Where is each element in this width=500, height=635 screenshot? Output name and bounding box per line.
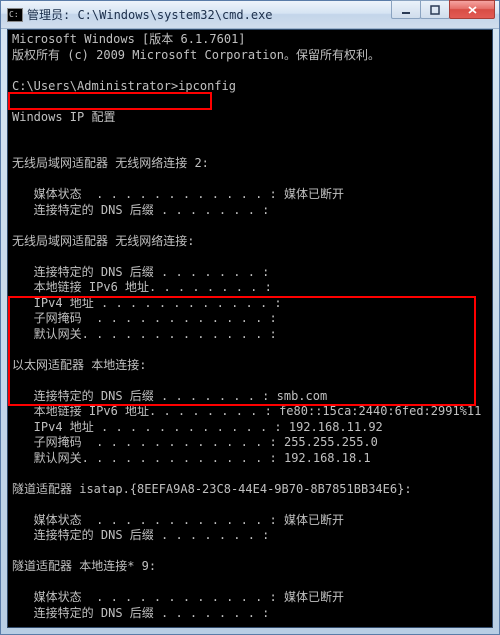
line: 媒体状态 . . . . . . . . . . . . : 媒体已断开 bbox=[12, 590, 344, 604]
section-title: 以太网适配器 本地连接: bbox=[12, 358, 146, 372]
line: 连接特定的 DNS 后缀 . . . . . . . : bbox=[12, 606, 269, 620]
cmd-icon: C: bbox=[7, 8, 23, 22]
close-icon bbox=[467, 5, 478, 15]
line: 连接特定的 DNS 后缀 . . . . . . . : bbox=[12, 528, 269, 542]
maximize-icon bbox=[430, 5, 440, 15]
line: 连接特定的 DNS 后缀 . . . . . . . : bbox=[12, 265, 269, 279]
line: IPv4 地址 . . . . . . . . . . . . : bbox=[12, 296, 282, 310]
line: 连接特定的 DNS 后缀 . . . . . . . : bbox=[12, 203, 269, 217]
section-title: 隧道适配器 本地连接* 9: bbox=[12, 559, 156, 573]
minimize-icon bbox=[401, 5, 411, 15]
line: 子网掩码 . . . . . . . . . . . . : 255.255.2… bbox=[12, 435, 378, 449]
section-title: 无线局域网适配器 无线网络连接 2: bbox=[12, 156, 209, 170]
window-controls bbox=[392, 5, 495, 24]
prompt-line: C:\Users\Administrator>ipconfig bbox=[12, 79, 236, 93]
section-title: 无线局域网适配器 无线网络连接: bbox=[12, 234, 194, 248]
line: 默认网关. . . . . . . . . . . . . : 192.168.… bbox=[12, 451, 371, 465]
maximize-button[interactable] bbox=[420, 0, 450, 19]
line: 媒体状态 . . . . . . . . . . . . : 媒体已断开 bbox=[12, 187, 344, 201]
window-title: 管理员: C:\Windows\system32\cmd.exe bbox=[27, 6, 392, 23]
line: IPv4 地址 . . . . . . . . . . . . : 192.16… bbox=[12, 420, 383, 434]
line: 连接特定的 DNS 后缀 . . . . . . . : smb.com bbox=[12, 389, 327, 403]
titlebar[interactable]: C: 管理员: C:\Windows\system32\cmd.exe bbox=[1, 1, 499, 29]
section-title: 隧道适配器 isatap.{8EEFA9A8-23C8-44E4-9B70-8B… bbox=[12, 482, 412, 496]
app-window: C: 管理员: C:\Windows\system32\cmd.exe Micr… bbox=[0, 0, 500, 635]
line: 媒体状态 . . . . . . . . . . . . : 媒体已断开 bbox=[12, 513, 344, 527]
minimize-button[interactable] bbox=[391, 0, 421, 19]
terminal-output[interactable]: Microsoft Windows [版本 6.1.7601] 版权所有 (c)… bbox=[8, 30, 492, 627]
line: Microsoft Windows [版本 6.1.7601] bbox=[12, 32, 246, 46]
line: 版权所有 (c) 2009 Microsoft Corporation。保留所有… bbox=[12, 48, 380, 62]
line: 本地链接 IPv6 地址. . . . . . . . : bbox=[12, 280, 272, 294]
line: Windows IP 配置 bbox=[12, 110, 115, 124]
line: 默认网关. . . . . . . . . . . . . : bbox=[12, 327, 277, 341]
line: 子网掩码 . . . . . . . . . . . . : bbox=[12, 311, 277, 325]
content-frame: Microsoft Windows [版本 6.1.7601] 版权所有 (c)… bbox=[7, 29, 493, 628]
highlight-box-command bbox=[8, 92, 212, 110]
close-button[interactable] bbox=[449, 0, 495, 19]
line: 本地链接 IPv6 地址. . . . . . . . : fe80::15ca… bbox=[12, 404, 481, 418]
